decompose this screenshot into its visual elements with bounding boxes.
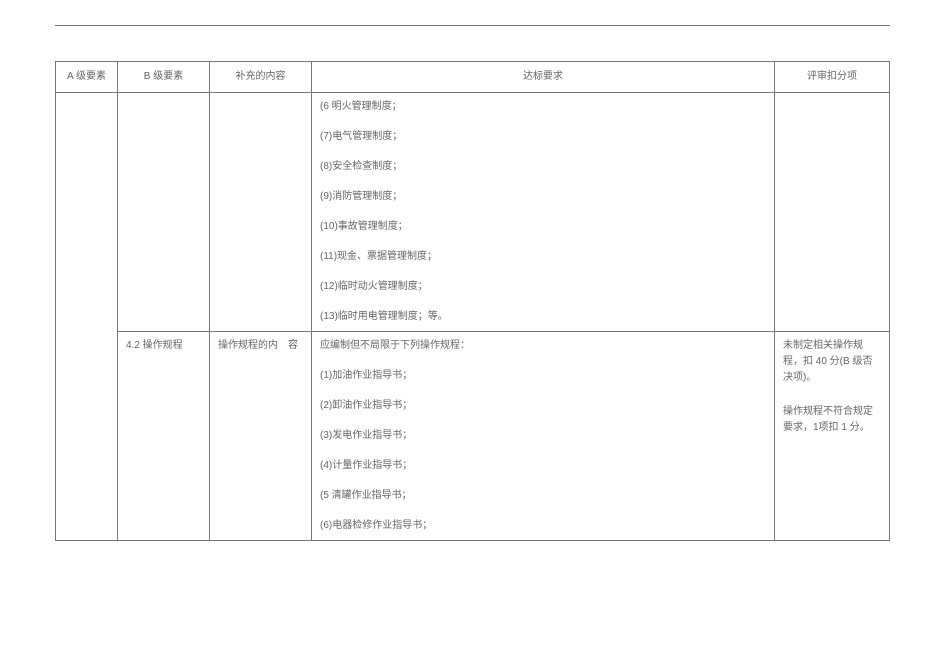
requirement-item: (11)现金、票据管理制度； xyxy=(320,249,766,265)
scoring-item: 操作规程不符合规定要求，1项扣 1 分。 xyxy=(783,404,881,436)
top-rule xyxy=(55,25,890,61)
cell-supplement: 操作规程的内 容 xyxy=(210,332,312,541)
scoring-item: 未制定相关操作规程，扣 40 分(B 级否 决项)。 xyxy=(783,338,881,386)
cell-requirements-2: 应编制但不局限于下列操作规程： (1)加油作业指导书； (2)卸油作业指导书； … xyxy=(312,332,775,541)
cell-a-level xyxy=(56,93,118,541)
requirement-item: (13)临时用电管理制度；等。 xyxy=(320,309,766,325)
requirement-item: (6 明火管理制度； xyxy=(320,99,766,115)
requirement-item: (1)加油作业指导书； xyxy=(320,368,766,384)
header-a-level: A 级要素 xyxy=(56,62,118,93)
cell-b-level: 4.2 操作规程 xyxy=(118,332,210,541)
requirement-item: (10)事故管理制度； xyxy=(320,219,766,235)
requirement-item: (6)电器检修作业指导书； xyxy=(320,518,766,534)
header-b-level: B 级要素 xyxy=(118,62,210,93)
header-requirement: 达标要求 xyxy=(312,62,775,93)
evaluation-table: A 级要素 B 级要素 补充的内容 达标要求 评审扣分项 (6 明火管理制度； … xyxy=(55,61,890,541)
cell-supplement xyxy=(210,93,312,332)
requirement-item: (12)临时动火管理制度； xyxy=(320,279,766,295)
requirement-item: (7)电气管理制度； xyxy=(320,129,766,145)
cell-requirements-1: (6 明火管理制度； (7)电气管理制度； (8)安全检查制度； (9)消防管理… xyxy=(312,93,775,332)
table-row: 4.2 操作规程 操作规程的内 容 应编制但不局限于下列操作规程： (1)加油作… xyxy=(56,332,890,541)
requirement-item: (4)计量作业指导书； xyxy=(320,458,766,474)
requirement-item: (2)卸油作业指导书； xyxy=(320,398,766,414)
requirement-item: (8)安全检查制度； xyxy=(320,159,766,175)
requirement-item: (5 清罐作业指导书； xyxy=(320,488,766,504)
document-page: A 级要素 B 级要素 补充的内容 达标要求 评审扣分项 (6 明火管理制度； … xyxy=(0,0,945,668)
cell-scoring: 未制定相关操作规程，扣 40 分(B 级否 决项)。 操作规程不符合规定要求，1… xyxy=(775,332,890,541)
cell-b-level xyxy=(118,93,210,332)
requirement-item: (9)消防管理制度； xyxy=(320,189,766,205)
header-scoring: 评审扣分项 xyxy=(775,62,890,93)
table-header-row: A 级要素 B 级要素 补充的内容 达标要求 评审扣分项 xyxy=(56,62,890,93)
header-supplement: 补充的内容 xyxy=(210,62,312,93)
table-row: (6 明火管理制度； (7)电气管理制度； (8)安全检查制度； (9)消防管理… xyxy=(56,93,890,332)
cell-scoring xyxy=(775,93,890,332)
requirement-intro: 应编制但不局限于下列操作规程： xyxy=(320,338,766,354)
requirement-item: (3)发电作业指导书； xyxy=(320,428,766,444)
